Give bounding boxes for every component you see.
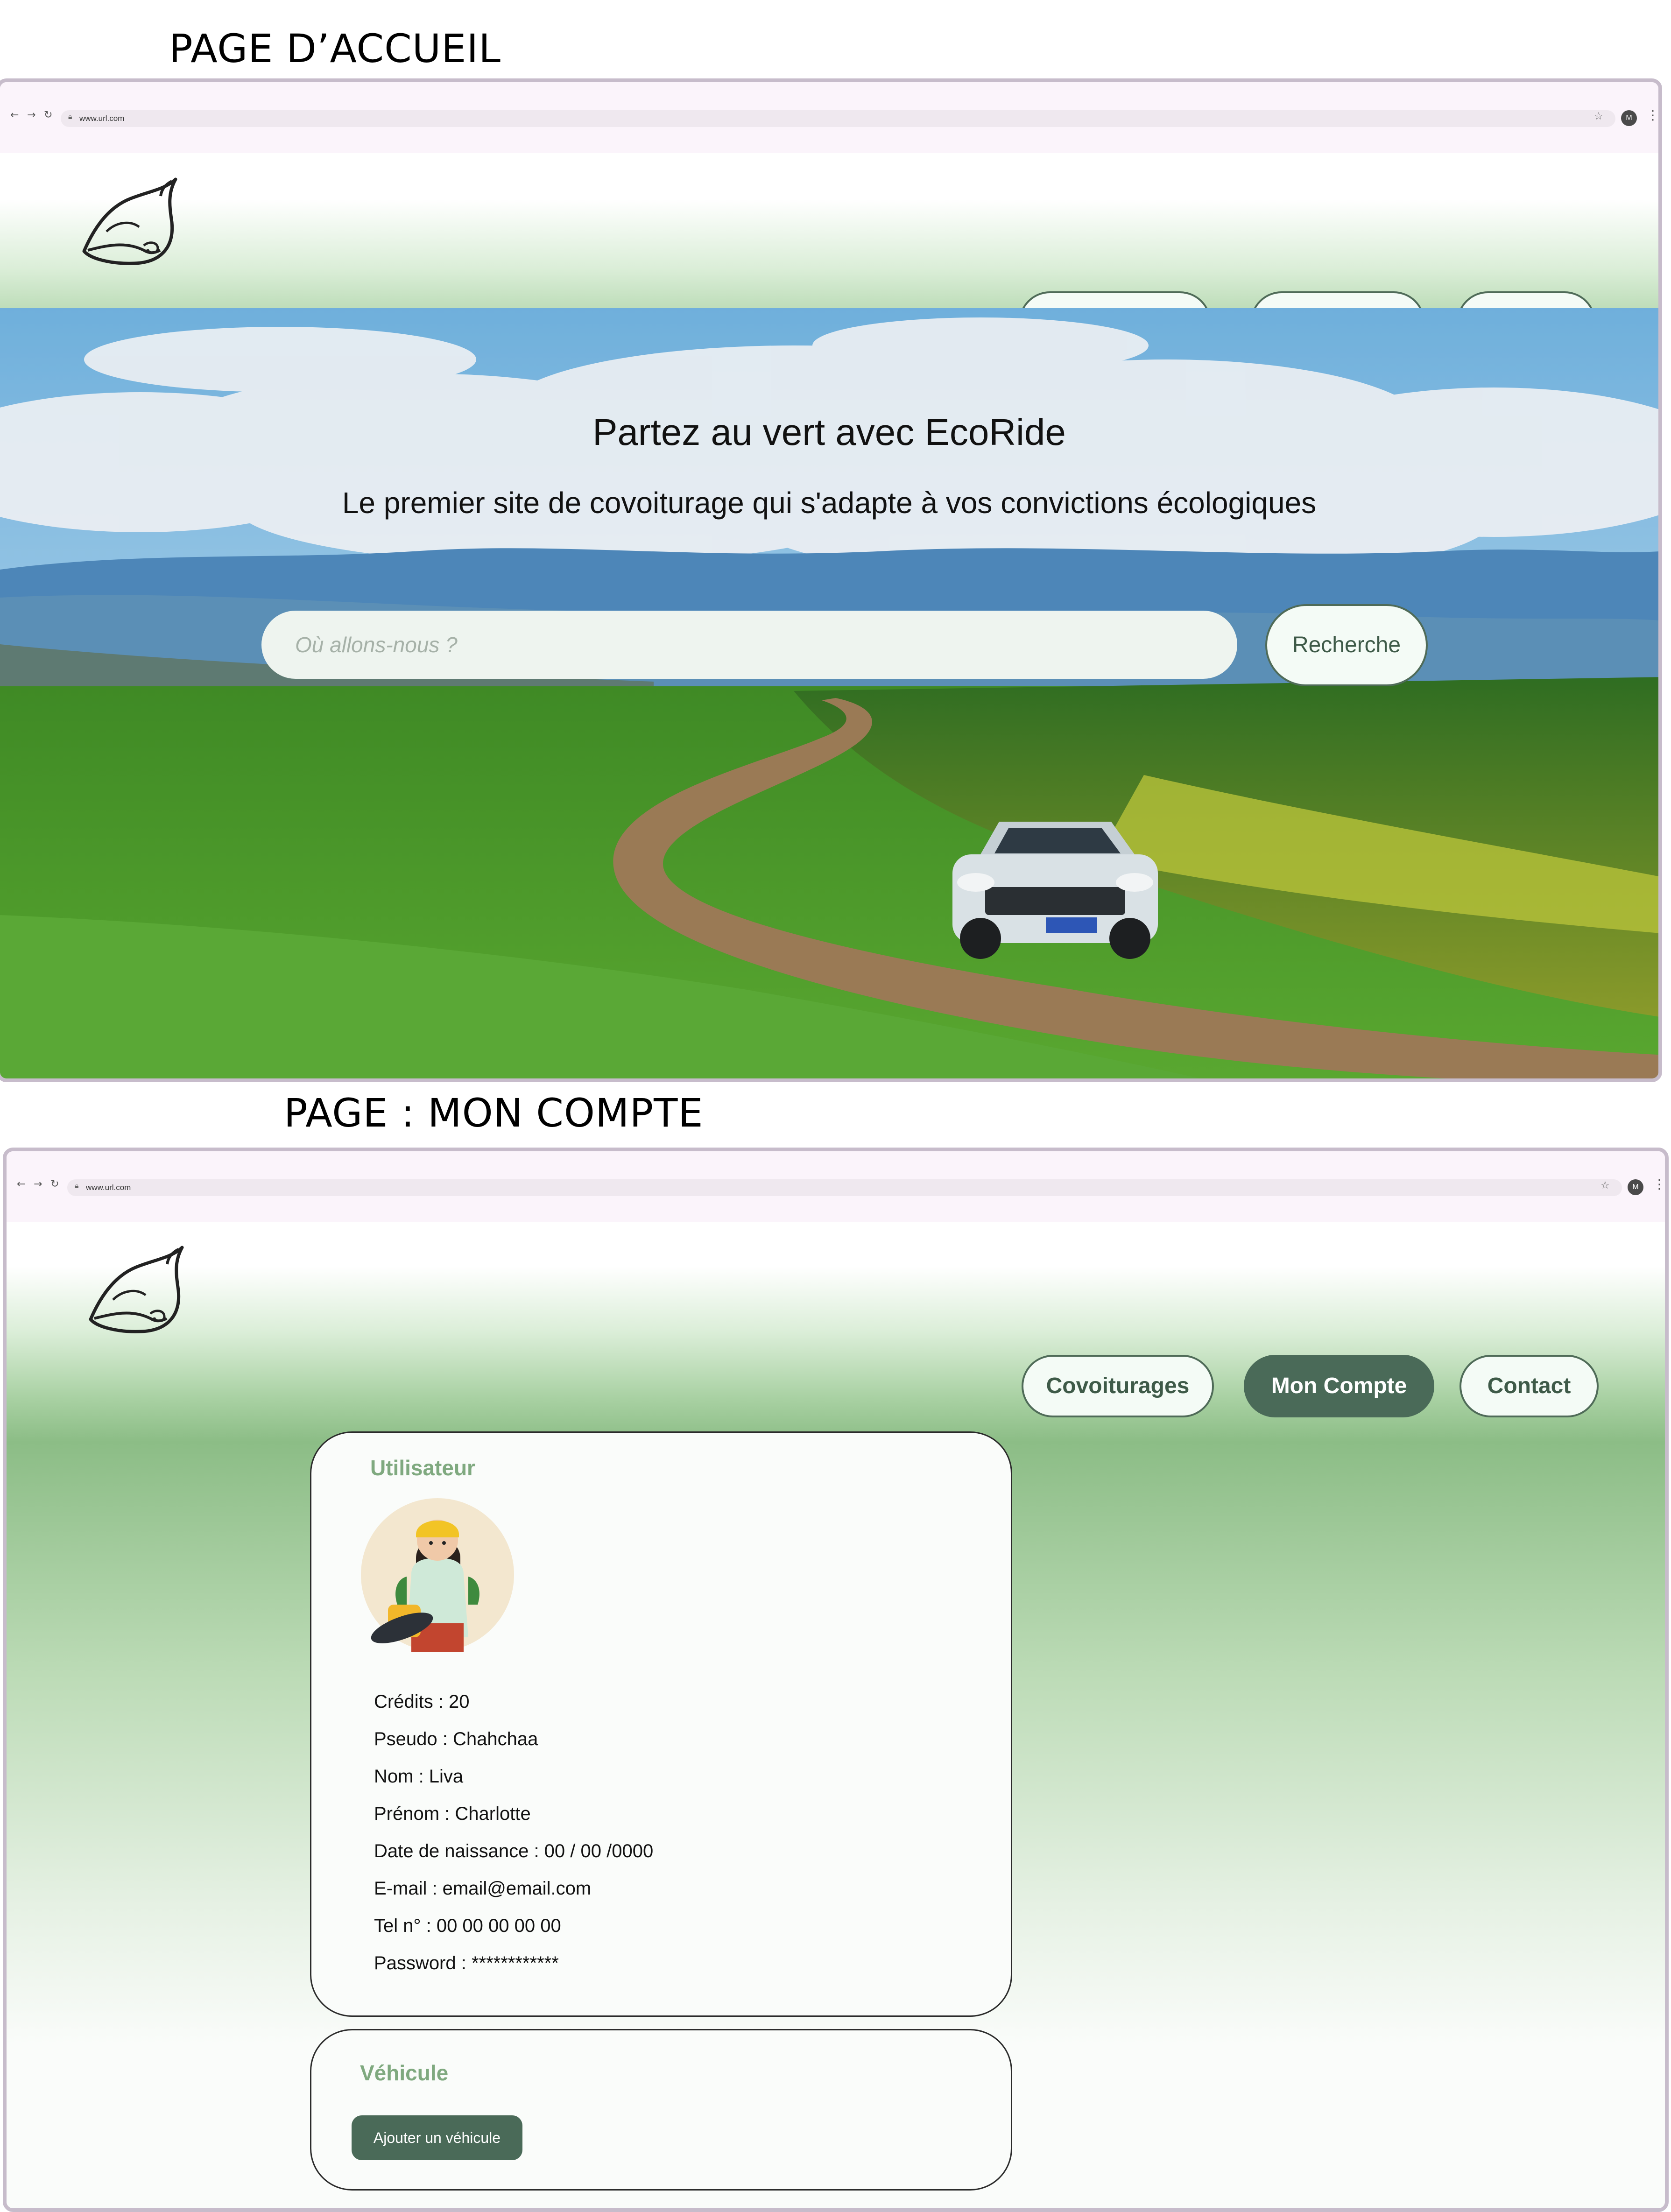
address-bar-url: www.url.com — [86, 1183, 131, 1192]
browser-toolbar: ← → ↻ 🔒︎ www.url.com ☆ M ⋮ — [7, 1151, 1665, 1223]
user-phone: Tel n° : 00 00 00 00 00 — [374, 1916, 561, 1936]
add-vehicle-button[interactable]: Ajouter un véhicule — [352, 2115, 522, 2160]
address-bar-url: www.url.com — [79, 114, 125, 123]
account-section-caption: PAGE : MON COMPTE — [284, 1090, 704, 1136]
hero-banner: Partez au vert avec EcoRide Le premier s… — [0, 308, 1658, 1078]
destination-search-input[interactable] — [261, 611, 1237, 679]
vehicle-card: Véhicule Ajouter un véhicule — [310, 2029, 1012, 2191]
user-birthdate: Date de naissance : 00 / 00 /0000 — [374, 1841, 654, 1861]
hero-title: Partez au vert avec EcoRide — [592, 411, 1066, 453]
ecoride-leaf-logo[interactable] — [78, 176, 186, 269]
nav-covoiturages-button[interactable]: Covoiturages — [1022, 1355, 1214, 1417]
lock-icon: 🔒︎ — [68, 113, 72, 121]
vehicle-card-title: Véhicule — [360, 2061, 449, 2085]
user-nom: Nom : Liva — [374, 1766, 464, 1787]
user-password: Password : ************ — [374, 1953, 559, 1973]
address-bar[interactable]: 🔒︎ www.url.com — [61, 110, 1615, 127]
nav-mon-compte-button[interactable]: Mon Compte — [1244, 1355, 1434, 1417]
address-bar[interactable]: 🔒︎ www.url.com — [67, 1179, 1622, 1196]
user-card-title: Utilisateur — [370, 1456, 475, 1480]
search-button[interactable]: Recherche — [1265, 604, 1428, 686]
user-prenom: Prénom : Charlotte — [374, 1803, 531, 1824]
user-credits: Crédits : 20 — [374, 1691, 470, 1712]
user-avatar[interactable] — [360, 1497, 515, 1652]
user-info-card: Utilisateur Crédits : 20 Pseudo : Chahch… — [310, 1431, 1012, 2017]
home-section-caption: PAGE D’ACCUEIL — [169, 26, 501, 71]
ecoride-leaf-logo[interactable] — [85, 1244, 192, 1337]
forward-arrow-icon[interactable]: → — [34, 1178, 42, 1190]
browser-menu-icon[interactable]: ⋮ — [1646, 107, 1658, 123]
account-browser-window: ← → ↻ 🔒︎ www.url.com ☆ M ⋮ Covoiturages … — [3, 1148, 1669, 2212]
hero-subtitle: Le premier site de covoiturage qui s'ada… — [342, 486, 1317, 520]
back-arrow-icon[interactable]: ← — [17, 1178, 25, 1190]
lock-icon: 🔒︎ — [75, 1182, 79, 1190]
forward-arrow-icon[interactable]: → — [27, 109, 35, 121]
profile-avatar-icon[interactable]: M — [1621, 110, 1637, 126]
reload-icon[interactable]: ↻ — [44, 109, 52, 121]
bookmark-star-icon[interactable]: ☆ — [1600, 1179, 1610, 1191]
browser-toolbar: ← → ↻ 🔒︎ www.url.com ☆ M ⋮ — [0, 82, 1658, 154]
user-pseudo: Pseudo : Chahchaa — [374, 1729, 538, 1749]
reload-icon[interactable]: ↻ — [50, 1178, 59, 1190]
profile-avatar-icon[interactable]: M — [1628, 1179, 1643, 1195]
nav-contact-button[interactable]: Contact — [1459, 1355, 1599, 1417]
site-header: Covoiturages Mon Compte Contact — [7, 1222, 1665, 1442]
bookmark-star-icon[interactable]: ☆ — [1594, 110, 1603, 122]
browser-menu-icon[interactable]: ⋮ — [1653, 1176, 1665, 1192]
user-email: E-mail : email@email.com — [374, 1878, 592, 1899]
back-arrow-icon[interactable]: ← — [10, 109, 19, 121]
home-browser-window: ← → ↻ 🔒︎ www.url.com ☆ M ⋮ Covoiturages … — [0, 78, 1662, 1082]
